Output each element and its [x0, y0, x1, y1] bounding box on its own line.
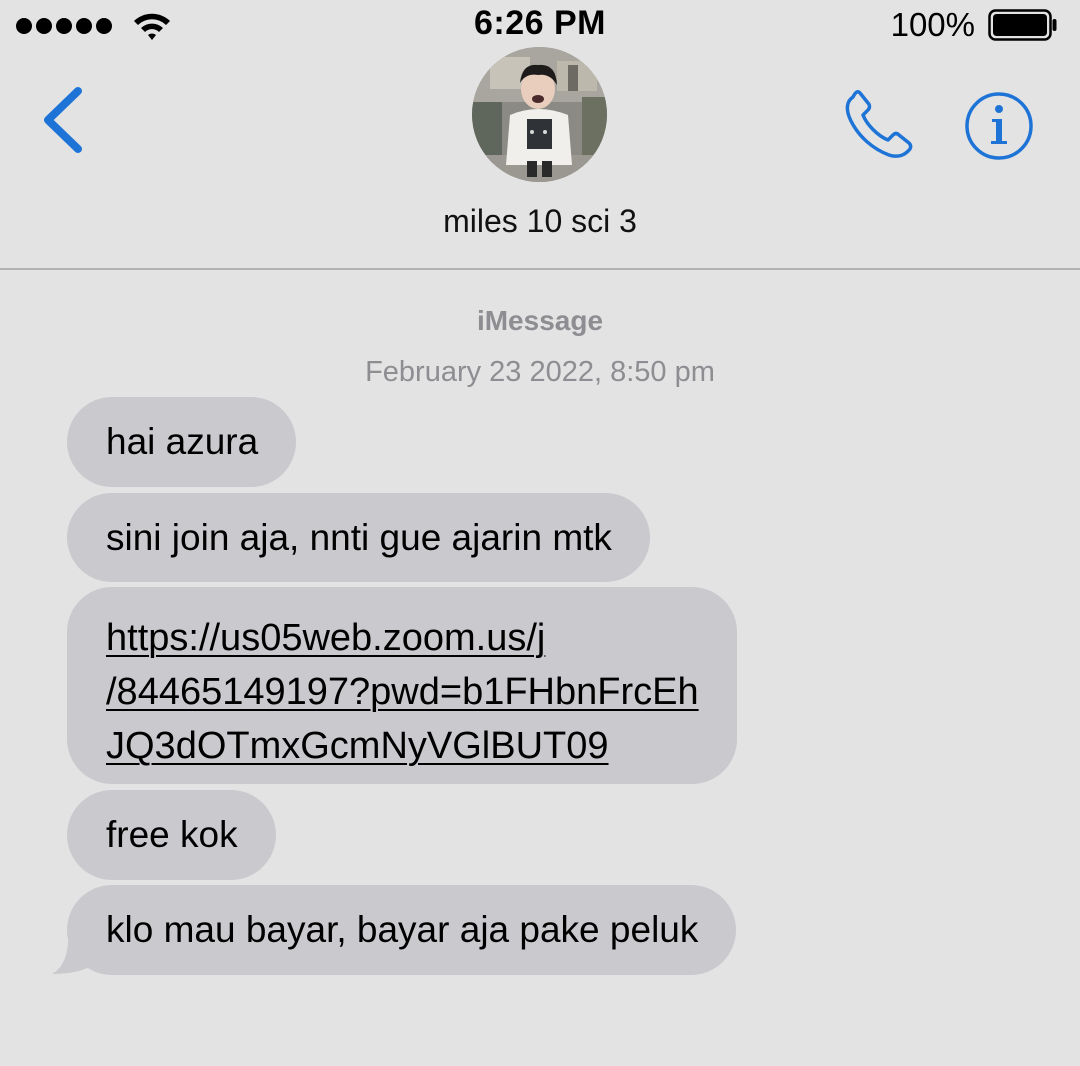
- battery-full-icon: [988, 9, 1057, 41]
- message-bubble-link[interactable]: https://us05web.zoom.us/j /84465149197?p…: [67, 587, 737, 784]
- info-button[interactable]: [962, 89, 1036, 163]
- message-link-line[interactable]: JQ3dOTmxGcmNyVGlBUT09: [106, 719, 699, 773]
- chevron-left-icon: [44, 87, 82, 153]
- message-text: free kok: [106, 814, 238, 855]
- message-bubble[interactable]: klo mau bayar, bayar aja pake peluk: [67, 885, 737, 975]
- call-button[interactable]: [843, 89, 917, 159]
- battery-percentage: 100%: [890, 6, 975, 43]
- message-timestamp: February 23 2022, 8:50 pm: [365, 356, 715, 388]
- message-bubble[interactable]: sini join aja, nnti gue ajarin mtk: [67, 493, 650, 582]
- message-text: klo mau bayar, bayar aja pake peluk: [106, 909, 699, 950]
- message-link-line[interactable]: /84465149197?pwd=b1FHbnFrcEh: [106, 665, 699, 719]
- message-bubble[interactable]: free kok: [67, 790, 276, 880]
- back-button[interactable]: [38, 85, 90, 155]
- status-bar: 6:26 PM 100%: [0, 0, 1080, 52]
- contact-avatar[interactable]: [472, 47, 607, 182]
- phone-icon: [845, 90, 913, 158]
- conversation-header: miles 10 sci 3: [0, 47, 1080, 270]
- message-text: hai azura: [106, 421, 259, 462]
- contact-name[interactable]: miles 10 sci 3: [0, 203, 1080, 240]
- message-text: sini join aja, nnti gue ajarin mtk: [106, 517, 612, 558]
- service-label: iMessage: [476, 305, 604, 336]
- message-link-line[interactable]: https://us05web.zoom.us/j: [106, 611, 699, 665]
- message-bubble[interactable]: hai azura: [67, 397, 297, 487]
- messages-screen: 6:26 PM 100% miles 10 sci 3 iMessage Feb…: [0, 0, 1080, 1066]
